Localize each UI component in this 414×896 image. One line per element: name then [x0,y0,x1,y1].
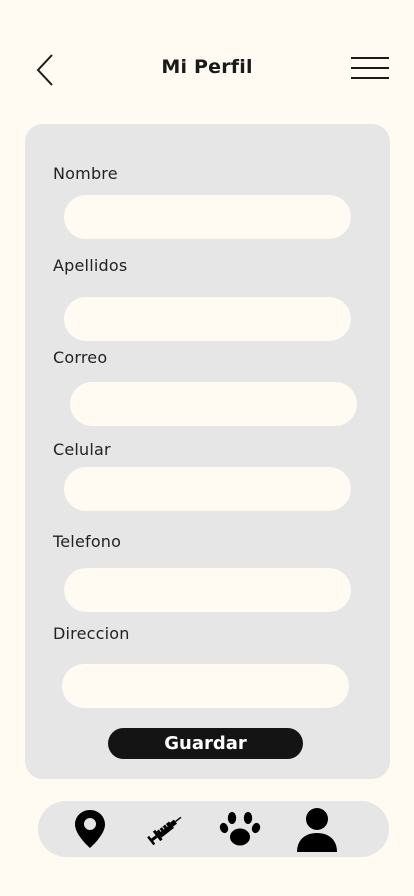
celular-field[interactable] [64,467,351,511]
location-pin-icon [75,810,105,848]
celular-label: Celular [53,440,111,459]
correo-field[interactable] [70,382,357,426]
direccion-field[interactable] [62,664,349,708]
direccion-label: Direccion [53,624,130,643]
apellidos-label: Apellidos [53,256,128,275]
telefono-label: Telefono [53,532,122,551]
paw-icon [219,812,261,846]
user-icon [297,808,337,852]
apellidos-field[interactable] [64,297,351,341]
nav-item-pets[interactable] [218,807,262,851]
nombre-field[interactable] [64,195,351,239]
syringe-icon [147,816,182,846]
nav-item-location[interactable] [72,807,108,851]
correo-label: Correo [53,348,108,367]
menu-button[interactable] [348,54,392,84]
nav-item-vaccines[interactable] [144,809,188,849]
bottom-navigation [38,801,389,857]
nav-item-profile[interactable] [294,805,340,855]
hamburger-menu-icon [351,57,389,79]
save-button[interactable]: Guardar [108,728,303,759]
nombre-label: Nombre [53,164,118,183]
telefono-field[interactable] [64,568,351,612]
